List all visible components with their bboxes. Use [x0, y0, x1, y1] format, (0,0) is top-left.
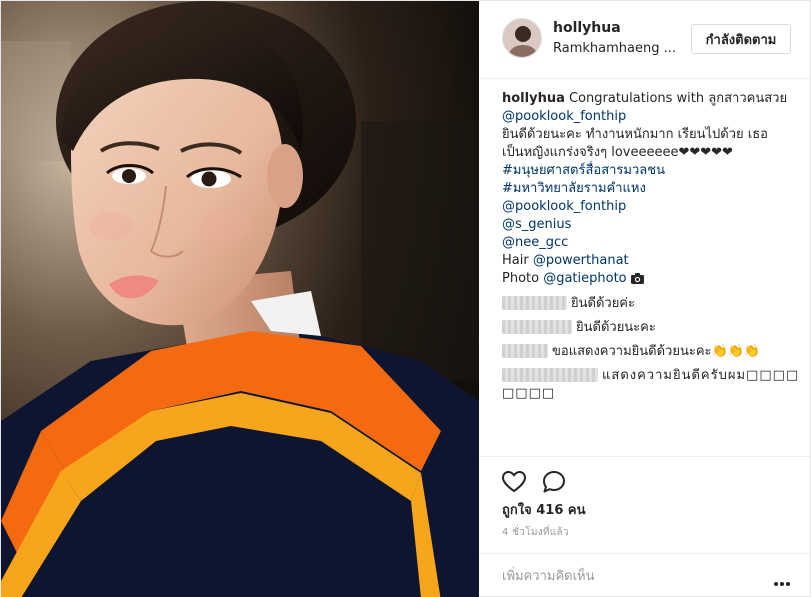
comment-button[interactable]	[541, 469, 567, 495]
caption-text: Hair	[502, 253, 533, 268]
blurred-username	[502, 344, 548, 358]
heart-icon	[501, 470, 527, 493]
caption-text: Congratulations with ลูกสาวคนสวย	[564, 91, 788, 106]
caption-text: เป็นหญิงแกร่งจริงๆ loveeeeee❤❤❤❤❤	[502, 145, 733, 160]
comment-text: ยินดีด้วยนะคะ	[576, 320, 656, 335]
mention-link[interactable]: @gatiephoto	[543, 271, 626, 286]
instagram-post: hollyhua Ramkhamhaeng ... กำลังติดตาม ho…	[0, 0, 811, 597]
comment-text: ขอแสดงความยินดีด้วยนะคะ👏👏👏	[552, 344, 761, 359]
add-comment-input[interactable]	[502, 566, 752, 586]
mention-link[interactable]: @pooklook_fonthip	[502, 199, 626, 214]
blurred-username	[502, 368, 598, 382]
post-actions	[479, 456, 811, 493]
mention-link[interactable]: @powerthanat	[533, 253, 629, 268]
post-sidebar: hollyhua Ramkhamhaeng ... กำลังติดตาม ho…	[479, 1, 811, 597]
comment-item: ยินดีด้วยนะคะ	[502, 319, 656, 337]
avatar[interactable]	[502, 18, 542, 58]
hashtag-link[interactable]: #มหาวิทยาลัยรามคำแหง	[502, 181, 646, 196]
post-photo[interactable]	[1, 1, 479, 597]
portrait-photo	[1, 1, 479, 597]
mention-link[interactable]: @pooklook_fonthip	[502, 109, 626, 124]
header-username[interactable]: hollyhua	[553, 20, 621, 36]
mention-link[interactable]: @s_genius	[502, 217, 571, 232]
blurred-username	[502, 296, 567, 310]
mention-link[interactable]: @nee_gcc	[502, 235, 568, 250]
header-location[interactable]: Ramkhamhaeng ...	[553, 41, 676, 56]
comment-continuation: □□□□	[502, 385, 555, 403]
comment-text: แสดงความยินดีครับผม□□□□	[602, 368, 800, 383]
more-options-button[interactable]	[774, 572, 790, 586]
comment-item: ขอแสดงความยินดีด้วยนะคะ👏👏👏	[502, 343, 760, 361]
post-header: hollyhua Ramkhamhaeng ... กำลังติดตาม	[479, 1, 811, 79]
caption-line: hollyhua Congratulations with ลูกสาวคนสว…	[502, 90, 802, 108]
caption: hollyhua Congratulations with ลูกสาวคนสว…	[502, 90, 802, 288]
comment-bubble-icon	[543, 471, 565, 493]
blurred-username	[502, 320, 572, 334]
following-button[interactable]: กำลังติดตาม	[691, 24, 791, 54]
comment-item: ยินดีด้วยค่ะ	[502, 295, 635, 313]
hashtag-link[interactable]: #มนุษยศาสตร์สื่อสารมวลชน	[502, 163, 665, 178]
like-button[interactable]	[501, 469, 527, 495]
caption-text: ยินดีด้วยนะคะ ทำงานหนักมาก เรียนไปด้วย เ…	[502, 127, 768, 142]
more-dots-icon	[774, 582, 790, 586]
comment-text: □□□□	[502, 386, 556, 401]
comment-item: แสดงความยินดีครับผม□□□□	[502, 367, 799, 385]
caption-author[interactable]: hollyhua	[502, 91, 565, 106]
avatar-image	[503, 19, 541, 57]
add-comment-bar	[479, 553, 811, 597]
likes-count[interactable]: ถูกใจ 416 คน	[502, 499, 585, 520]
camera-icon	[630, 272, 644, 290]
post-timestamp[interactable]: 4 ชั่วโมงที่แล้ว	[502, 525, 569, 540]
comment-text: ยินดีด้วยค่ะ	[571, 296, 635, 311]
caption-text: Photo	[502, 271, 544, 286]
